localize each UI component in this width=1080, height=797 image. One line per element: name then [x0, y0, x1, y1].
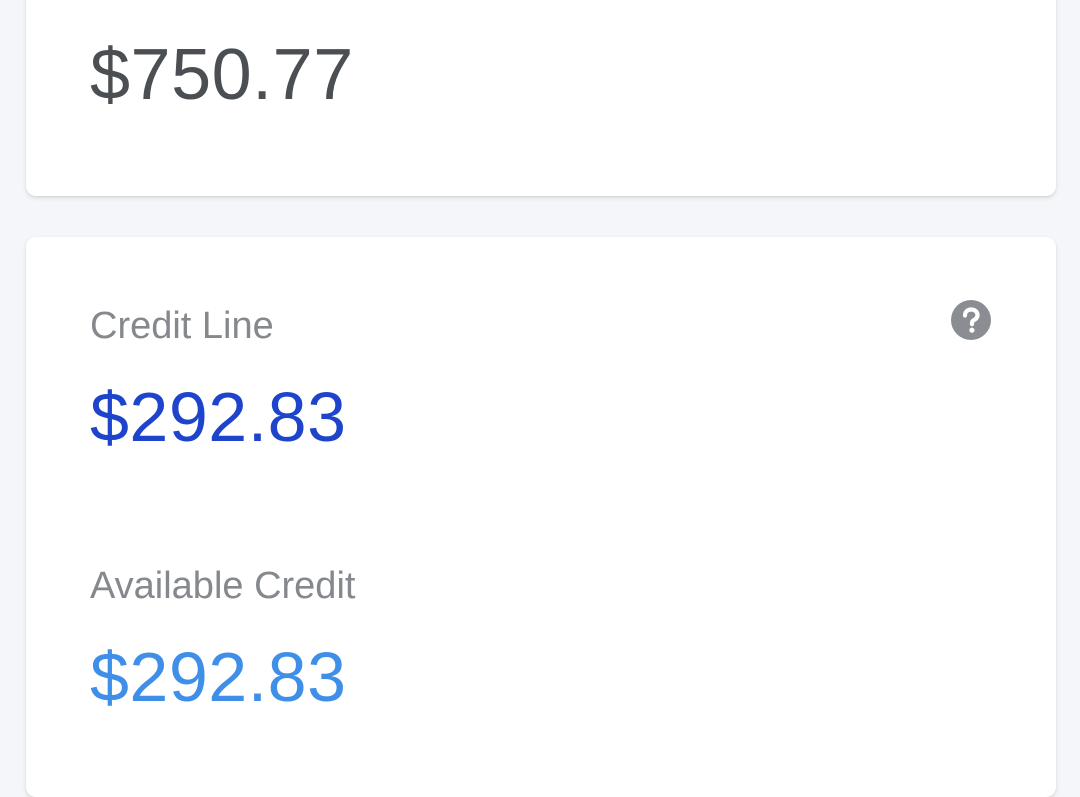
balance-amount: $750.77 [90, 35, 354, 115]
available-credit-label: Available Credit [90, 565, 356, 607]
credit-card-panel: Credit Line $292.83 Available Credit $29… [26, 237, 1056, 797]
available-credit-amount: $292.83 [90, 638, 347, 716]
credit-line-amount: $292.83 [90, 378, 347, 456]
balance-card: $750.77 [26, 0, 1056, 196]
credit-line-label: Credit Line [90, 305, 274, 347]
question-circle-icon[interactable] [950, 299, 992, 341]
